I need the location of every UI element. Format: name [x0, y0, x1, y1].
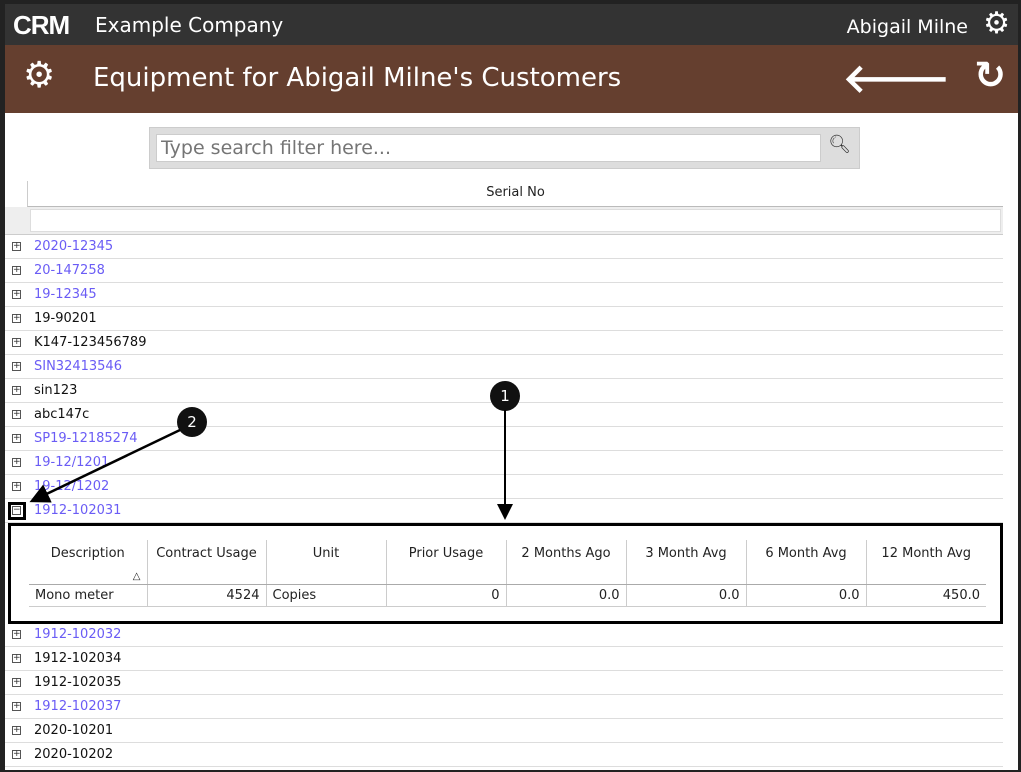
annotation-arrows	[29, 410, 513, 520]
arrow-2	[29, 428, 181, 503]
